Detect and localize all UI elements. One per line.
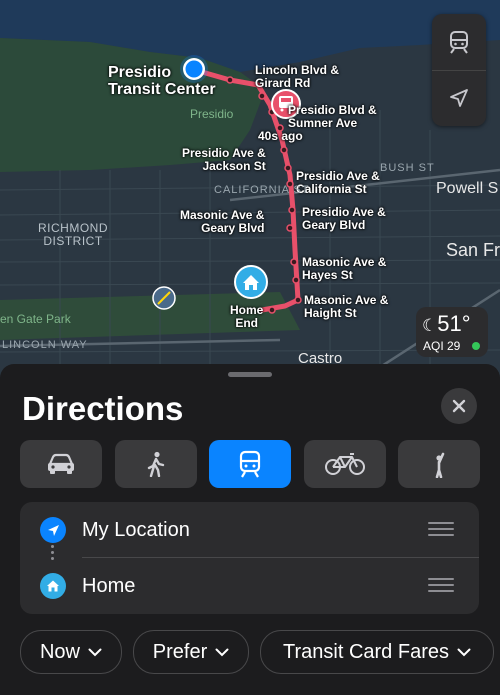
tram-icon <box>450 31 468 54</box>
stop-label[interactable]: Masonic Ave & Hayes St <box>302 256 386 282</box>
map-controls <box>432 14 486 126</box>
departure-time-button[interactable]: Now <box>20 630 122 674</box>
prefer-button[interactable]: Prefer <box>133 630 249 674</box>
chevron-down-icon <box>215 648 229 656</box>
neighborhood-label: San Fr <box>446 240 500 260</box>
page-title: Directions <box>22 390 184 427</box>
mode-drive-button[interactable] <box>20 440 102 488</box>
walking-icon <box>147 451 165 477</box>
street-label: Powell S <box>436 180 499 197</box>
weather-widget[interactable]: ☾51° AQI 29 <box>416 307 488 357</box>
mode-transit-button[interactable] <box>209 440 291 488</box>
aqi-status-dot <box>472 342 480 350</box>
chip-label: Now <box>39 640 80 663</box>
mode-ride-button[interactable] <box>398 440 480 488</box>
mode-cycle-button[interactable] <box>304 440 386 488</box>
moon-icon: ☾ <box>422 316 438 335</box>
stop-label[interactable]: Presidio Ave & Geary Blvd <box>302 206 386 232</box>
home-marker-icon[interactable] <box>234 265 268 299</box>
aqi-label: AQI 29 <box>423 339 461 353</box>
park-label: en Gate Park <box>0 312 71 326</box>
options-bar: Now Prefer Transit Card Fares <box>20 630 500 674</box>
sheet-grabber[interactable] <box>228 372 272 377</box>
street-label: BUSH ST <box>380 162 435 174</box>
map-view[interactable]: Presidio Transit Center Lincoln Blvd & G… <box>0 0 500 380</box>
bus-eta-label: 40s ago <box>258 129 303 143</box>
temperature-label: ☾51° <box>422 311 471 336</box>
place-label-transit-center[interactable]: Presidio Transit Center <box>108 64 216 98</box>
origin-label: My Location <box>82 519 190 541</box>
route-card: My Location Home <box>20 502 479 614</box>
hail-icon <box>435 452 445 478</box>
stop-label[interactable]: Presidio Ave & Jackson St <box>182 147 266 173</box>
destination-label: Home <box>82 575 136 597</box>
bicycle-icon <box>325 453 365 475</box>
location-arrow-icon <box>40 517 66 543</box>
locate-me-button[interactable] <box>432 70 486 126</box>
street-label: CALIFORNIA ST <box>214 184 310 196</box>
destination-row[interactable]: Home <box>20 558 479 614</box>
stop-label[interactable]: Masonic Ave & Geary Blvd <box>180 209 264 235</box>
directions-sheet: Directions My Location Home Now Prefer T… <box>0 364 500 695</box>
transport-mode-selector <box>20 440 480 488</box>
close-icon <box>452 399 466 413</box>
close-button[interactable] <box>441 388 477 424</box>
chevron-down-icon <box>88 648 102 656</box>
location-arrow-icon <box>450 89 468 107</box>
fares-button[interactable]: Transit Card Fares <box>260 630 494 674</box>
chip-label: Prefer <box>152 640 208 663</box>
reorder-handle-icon[interactable] <box>428 578 454 592</box>
tram-icon <box>239 450 261 478</box>
reorder-handle-icon[interactable] <box>428 522 454 536</box>
home-icon <box>40 573 66 599</box>
poi-icon <box>152 286 176 310</box>
stop-label[interactable]: Lincoln Blvd & Girard Rd <box>255 64 339 90</box>
district-label: RICHMOND DISTRICT <box>38 221 108 248</box>
stop-label[interactable]: Masonic Ave & Haight St <box>304 294 388 320</box>
chevron-down-icon <box>457 648 471 656</box>
chip-label: Transit Card Fares <box>283 640 449 663</box>
car-icon <box>48 453 74 474</box>
transit-layer-button[interactable] <box>432 14 486 71</box>
mode-walk-button[interactable] <box>115 440 197 488</box>
park-label: Presidio <box>190 107 234 121</box>
street-label: LINCOLN WAY <box>2 339 88 351</box>
place-label-home-end[interactable]: Home End <box>230 304 263 330</box>
stop-label[interactable]: Presidio Blvd & Sumner Ave <box>288 104 377 130</box>
origin-row[interactable]: My Location <box>20 502 479 558</box>
